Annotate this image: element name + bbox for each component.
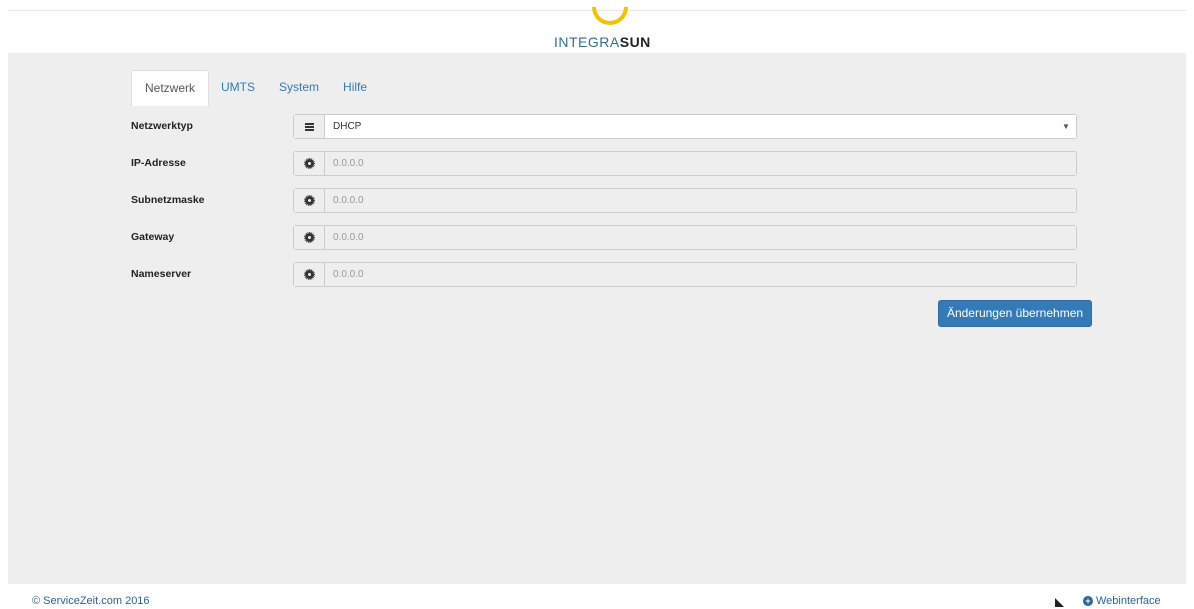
gear-icon [294, 189, 325, 212]
gateway-row: Gateway 0.0.0.0 [131, 225, 1077, 250]
header: INTEGRASUN [8, 7, 1186, 54]
subnet-mask-label: Subnetzmaske [131, 194, 205, 206]
ip-address-label: IP-Adresse [131, 157, 186, 169]
main-panel: Netzwerk UMTS System Hilfe Netzwerktyp D… [8, 53, 1186, 584]
network-type-label: Netzwerktyp [131, 120, 193, 132]
mouse-cursor-icon [1055, 598, 1064, 607]
tab-system[interactable]: System [267, 70, 331, 105]
network-type-select[interactable]: DHCP ▼ [293, 114, 1077, 139]
nameserver-field[interactable]: 0.0.0.0 [293, 262, 1077, 287]
nameserver-label: Nameserver [131, 268, 192, 280]
ip-address-placeholder: 0.0.0.0 [325, 152, 1076, 175]
ip-address-row: IP-Adresse 0.0.0.0 [131, 151, 1077, 176]
tab-hilfe[interactable]: Hilfe [331, 70, 379, 105]
plus-circle-icon: + [1083, 596, 1093, 606]
integrasun-logo[interactable]: INTEGRASUN [554, 7, 674, 54]
subnet-mask-placeholder: 0.0.0.0 [325, 189, 1076, 212]
subnet-mask-field[interactable]: 0.0.0.0 [293, 188, 1077, 213]
apply-changes-button[interactable]: Änderungen übernehmen [938, 300, 1092, 327]
webinterface-label: Webinterface [1096, 595, 1161, 607]
network-type-row: Netzwerktyp DHCP ▼ [131, 114, 1077, 139]
sun-arc-icon [592, 7, 628, 25]
network-type-value: DHCP [325, 115, 1056, 138]
gear-icon [294, 152, 325, 175]
subnet-mask-row: Subnetzmaske 0.0.0.0 [131, 188, 1077, 213]
nameserver-placeholder: 0.0.0.0 [325, 263, 1076, 286]
webinterface-link[interactable]: + Webinterface [1083, 595, 1161, 607]
gateway-field[interactable]: 0.0.0.0 [293, 225, 1077, 250]
gateway-placeholder: 0.0.0.0 [325, 226, 1076, 249]
gateway-label: Gateway [131, 231, 175, 243]
tab-netzwerk[interactable]: Netzwerk [131, 70, 210, 106]
gear-icon [294, 226, 325, 249]
list-icon [294, 115, 325, 138]
nameserver-row: Nameserver 0.0.0.0 [131, 262, 1077, 287]
logo-text-sun: SUN [619, 34, 651, 50]
gear-icon [294, 263, 325, 286]
tab-umts[interactable]: UMTS [209, 70, 267, 105]
tab-bar: Netzwerk UMTS System Hilfe [131, 70, 379, 106]
chevron-down-icon: ▼ [1056, 115, 1076, 138]
ip-address-field[interactable]: 0.0.0.0 [293, 151, 1077, 176]
logo-text: INTEGRASUN [554, 34, 651, 50]
logo-text-integra: INTEGRA [554, 34, 620, 50]
copyright-link[interactable]: © ServiceZeit.com 2016 [32, 595, 150, 607]
